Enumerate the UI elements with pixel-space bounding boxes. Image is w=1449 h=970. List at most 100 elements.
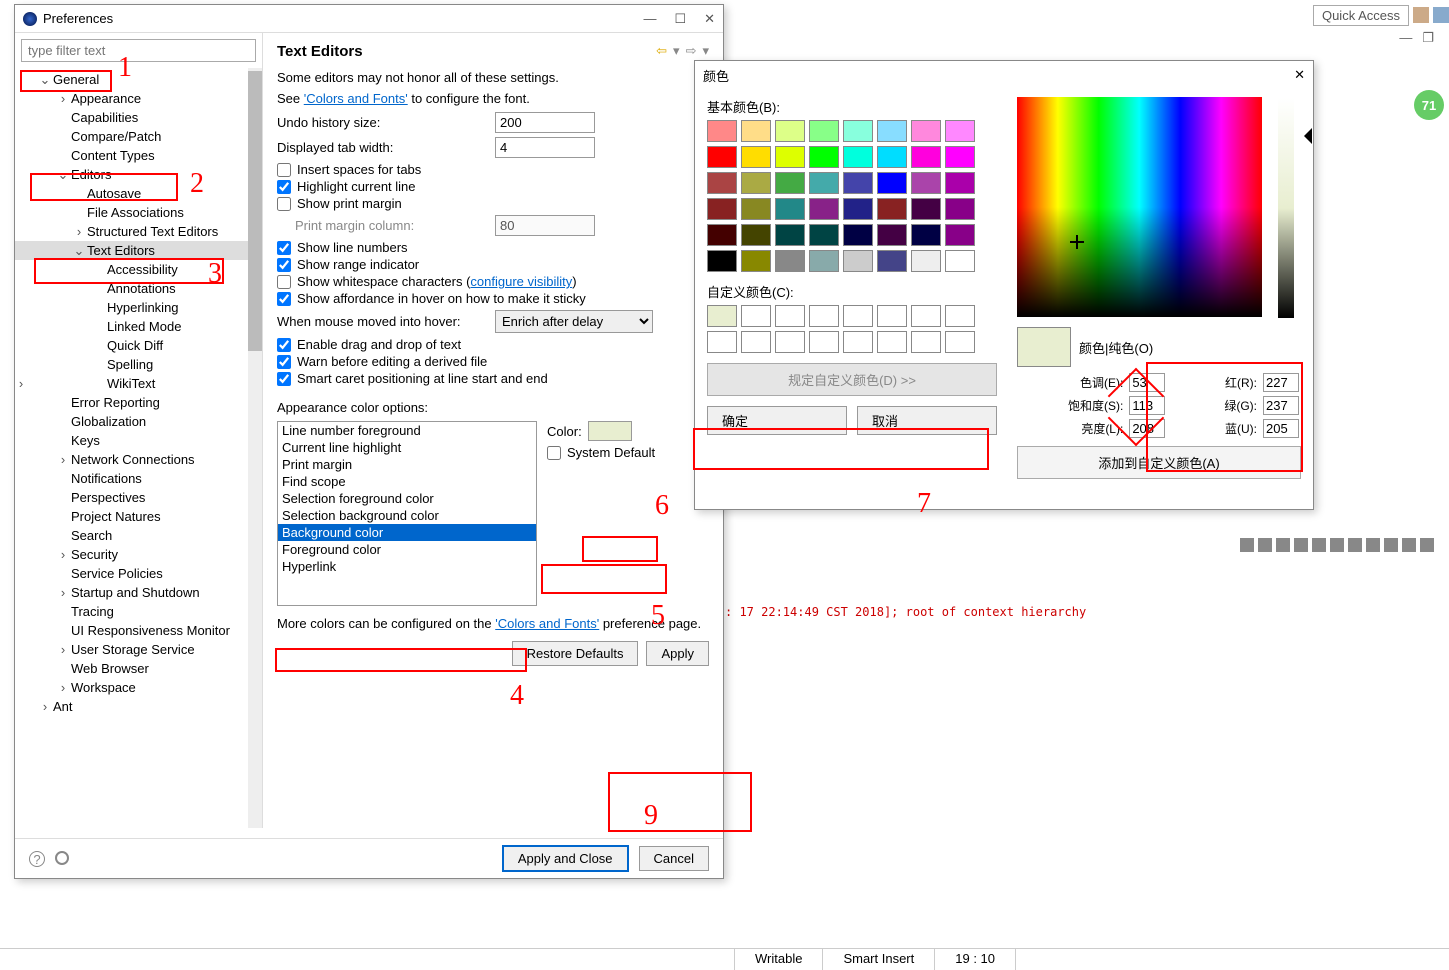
tree-item[interactable]: Web Browser bbox=[15, 659, 262, 678]
titlebar[interactable]: Preferences — ☐ ✕ bbox=[15, 5, 723, 33]
tree-item[interactable]: Globalization bbox=[15, 412, 262, 431]
toolbar-icon[interactable] bbox=[1366, 538, 1380, 552]
tree-item[interactable]: Error Reporting bbox=[15, 393, 262, 412]
basic-swatch[interactable] bbox=[741, 172, 771, 194]
close-icon[interactable]: ✕ bbox=[1294, 67, 1305, 83]
minimize-icon[interactable]: — bbox=[643, 11, 656, 27]
cancel-color-button[interactable]: 取消 bbox=[857, 406, 997, 435]
tree-item[interactable]: Notifications bbox=[15, 469, 262, 488]
tree-item[interactable]: Autosave bbox=[15, 184, 262, 203]
toolbar-icon[interactable] bbox=[1420, 538, 1434, 552]
basic-swatch[interactable] bbox=[775, 172, 805, 194]
tree-item[interactable]: ›User Storage Service bbox=[15, 640, 262, 659]
tree-item[interactable]: ›Security bbox=[15, 545, 262, 564]
list-item[interactable]: Print margin bbox=[278, 456, 536, 473]
g-input[interactable] bbox=[1263, 396, 1299, 415]
basic-swatch[interactable] bbox=[809, 172, 839, 194]
basic-swatch[interactable] bbox=[877, 146, 907, 168]
undo-input[interactable] bbox=[495, 112, 595, 133]
toolbar-icon[interactable] bbox=[1402, 538, 1416, 552]
tab-input[interactable] bbox=[495, 137, 595, 158]
tree-item[interactable]: Keys bbox=[15, 431, 262, 450]
whitespace-checkbox[interactable] bbox=[277, 275, 291, 289]
custom-swatch[interactable] bbox=[707, 331, 737, 353]
basic-swatch[interactable] bbox=[945, 224, 975, 246]
basic-swatch[interactable] bbox=[741, 224, 771, 246]
list-item[interactable]: Current line highlight bbox=[278, 439, 536, 456]
basic-swatch[interactable] bbox=[775, 224, 805, 246]
tree-item[interactable]: Tracing bbox=[15, 602, 262, 621]
basic-swatch[interactable] bbox=[809, 224, 839, 246]
tree-item[interactable]: Hyperlinking bbox=[15, 298, 262, 317]
cancel-button[interactable]: Cancel bbox=[639, 846, 709, 871]
list-item[interactable]: Foreground color bbox=[278, 541, 536, 558]
basic-swatch[interactable] bbox=[945, 250, 975, 272]
toolbar-icon[interactable] bbox=[1240, 538, 1254, 552]
basic-swatch[interactable] bbox=[877, 250, 907, 272]
basic-swatch[interactable] bbox=[775, 146, 805, 168]
basic-swatch[interactable] bbox=[775, 120, 805, 142]
tree-item[interactable]: Annotations bbox=[15, 279, 262, 298]
tree-item[interactable]: Quick Diff bbox=[15, 336, 262, 355]
perspective-icon[interactable] bbox=[1413, 7, 1429, 23]
perspective-icon-2[interactable] bbox=[1433, 7, 1449, 23]
basic-swatch[interactable] bbox=[945, 198, 975, 220]
chevron-right-icon[interactable]: › bbox=[73, 224, 85, 239]
colors-fonts-link[interactable]: 'Colors and Fonts' bbox=[304, 91, 408, 106]
preference-tree[interactable]: ⌄General ›Appearance Capabilities Compar… bbox=[15, 68, 262, 828]
luminance-arrow[interactable] bbox=[1296, 128, 1312, 144]
basic-swatch[interactable] bbox=[741, 120, 771, 142]
basic-swatch[interactable] bbox=[775, 198, 805, 220]
sat-input[interactable] bbox=[1129, 396, 1165, 415]
minimize-icon[interactable]: — bbox=[1399, 30, 1412, 46]
define-custom-button[interactable]: 规定自定义颜色(D) >> bbox=[707, 363, 997, 396]
custom-swatch[interactable] bbox=[945, 331, 975, 353]
basic-swatch[interactable] bbox=[707, 120, 737, 142]
quick-access[interactable]: Quick Access bbox=[1313, 5, 1409, 26]
list-item[interactable]: Selection background color bbox=[278, 507, 536, 524]
basic-swatch[interactable] bbox=[945, 146, 975, 168]
tree-item[interactable]: ›Ant bbox=[15, 697, 262, 716]
chevron-right-icon[interactable]: › bbox=[57, 642, 69, 657]
basic-swatch[interactable] bbox=[707, 250, 737, 272]
basic-swatch[interactable] bbox=[707, 172, 737, 194]
toolbar-icon[interactable] bbox=[1384, 538, 1398, 552]
chevron-down-icon[interactable]: ⌄ bbox=[73, 243, 85, 259]
warn-checkbox[interactable] bbox=[277, 355, 291, 369]
forward-icon[interactable]: ⇨ bbox=[686, 43, 697, 59]
chevron-right-icon[interactable]: › bbox=[57, 547, 69, 562]
basic-swatch[interactable] bbox=[911, 146, 941, 168]
luminance-bar[interactable] bbox=[1278, 98, 1294, 318]
insert-spaces-checkbox[interactable] bbox=[277, 163, 291, 177]
basic-swatch[interactable] bbox=[741, 146, 771, 168]
chevron-right-icon[interactable]: › bbox=[39, 699, 51, 714]
basic-swatch[interactable] bbox=[843, 146, 873, 168]
list-item[interactable]: Find scope bbox=[278, 473, 536, 490]
tree-item[interactable]: File Associations bbox=[15, 203, 262, 222]
basic-swatch[interactable] bbox=[945, 120, 975, 142]
basic-swatch[interactable] bbox=[843, 120, 873, 142]
basic-swatch[interactable] bbox=[843, 172, 873, 194]
color-swatch-button[interactable] bbox=[588, 421, 632, 441]
basic-swatch[interactable] bbox=[843, 198, 873, 220]
chevron-right-icon[interactable]: › bbox=[57, 452, 69, 467]
custom-swatch[interactable] bbox=[945, 305, 975, 327]
list-item[interactable]: Selection foreground color bbox=[278, 490, 536, 507]
custom-swatch[interactable] bbox=[775, 305, 805, 327]
line-numbers-checkbox[interactable] bbox=[277, 241, 291, 255]
basic-swatch[interactable] bbox=[809, 250, 839, 272]
color-titlebar[interactable]: 颜色 ✕ bbox=[695, 61, 1313, 89]
filter-input[interactable] bbox=[21, 39, 256, 62]
picker-cursor[interactable] bbox=[1072, 237, 1082, 247]
basic-swatch[interactable] bbox=[741, 198, 771, 220]
lum-input[interactable] bbox=[1129, 419, 1165, 438]
custom-swatch[interactable] bbox=[809, 331, 839, 353]
print-margin-checkbox[interactable] bbox=[277, 197, 291, 211]
tree-item[interactable]: Linked Mode bbox=[15, 317, 262, 336]
toolbar-icon[interactable] bbox=[1312, 538, 1326, 552]
custom-swatch[interactable] bbox=[809, 305, 839, 327]
range-checkbox[interactable] bbox=[277, 258, 291, 272]
tree-editors[interactable]: ⌄Editors bbox=[15, 165, 262, 184]
tree-item[interactable]: Spelling bbox=[15, 355, 262, 374]
tree-item[interactable]: ›Structured Text Editors bbox=[15, 222, 262, 241]
